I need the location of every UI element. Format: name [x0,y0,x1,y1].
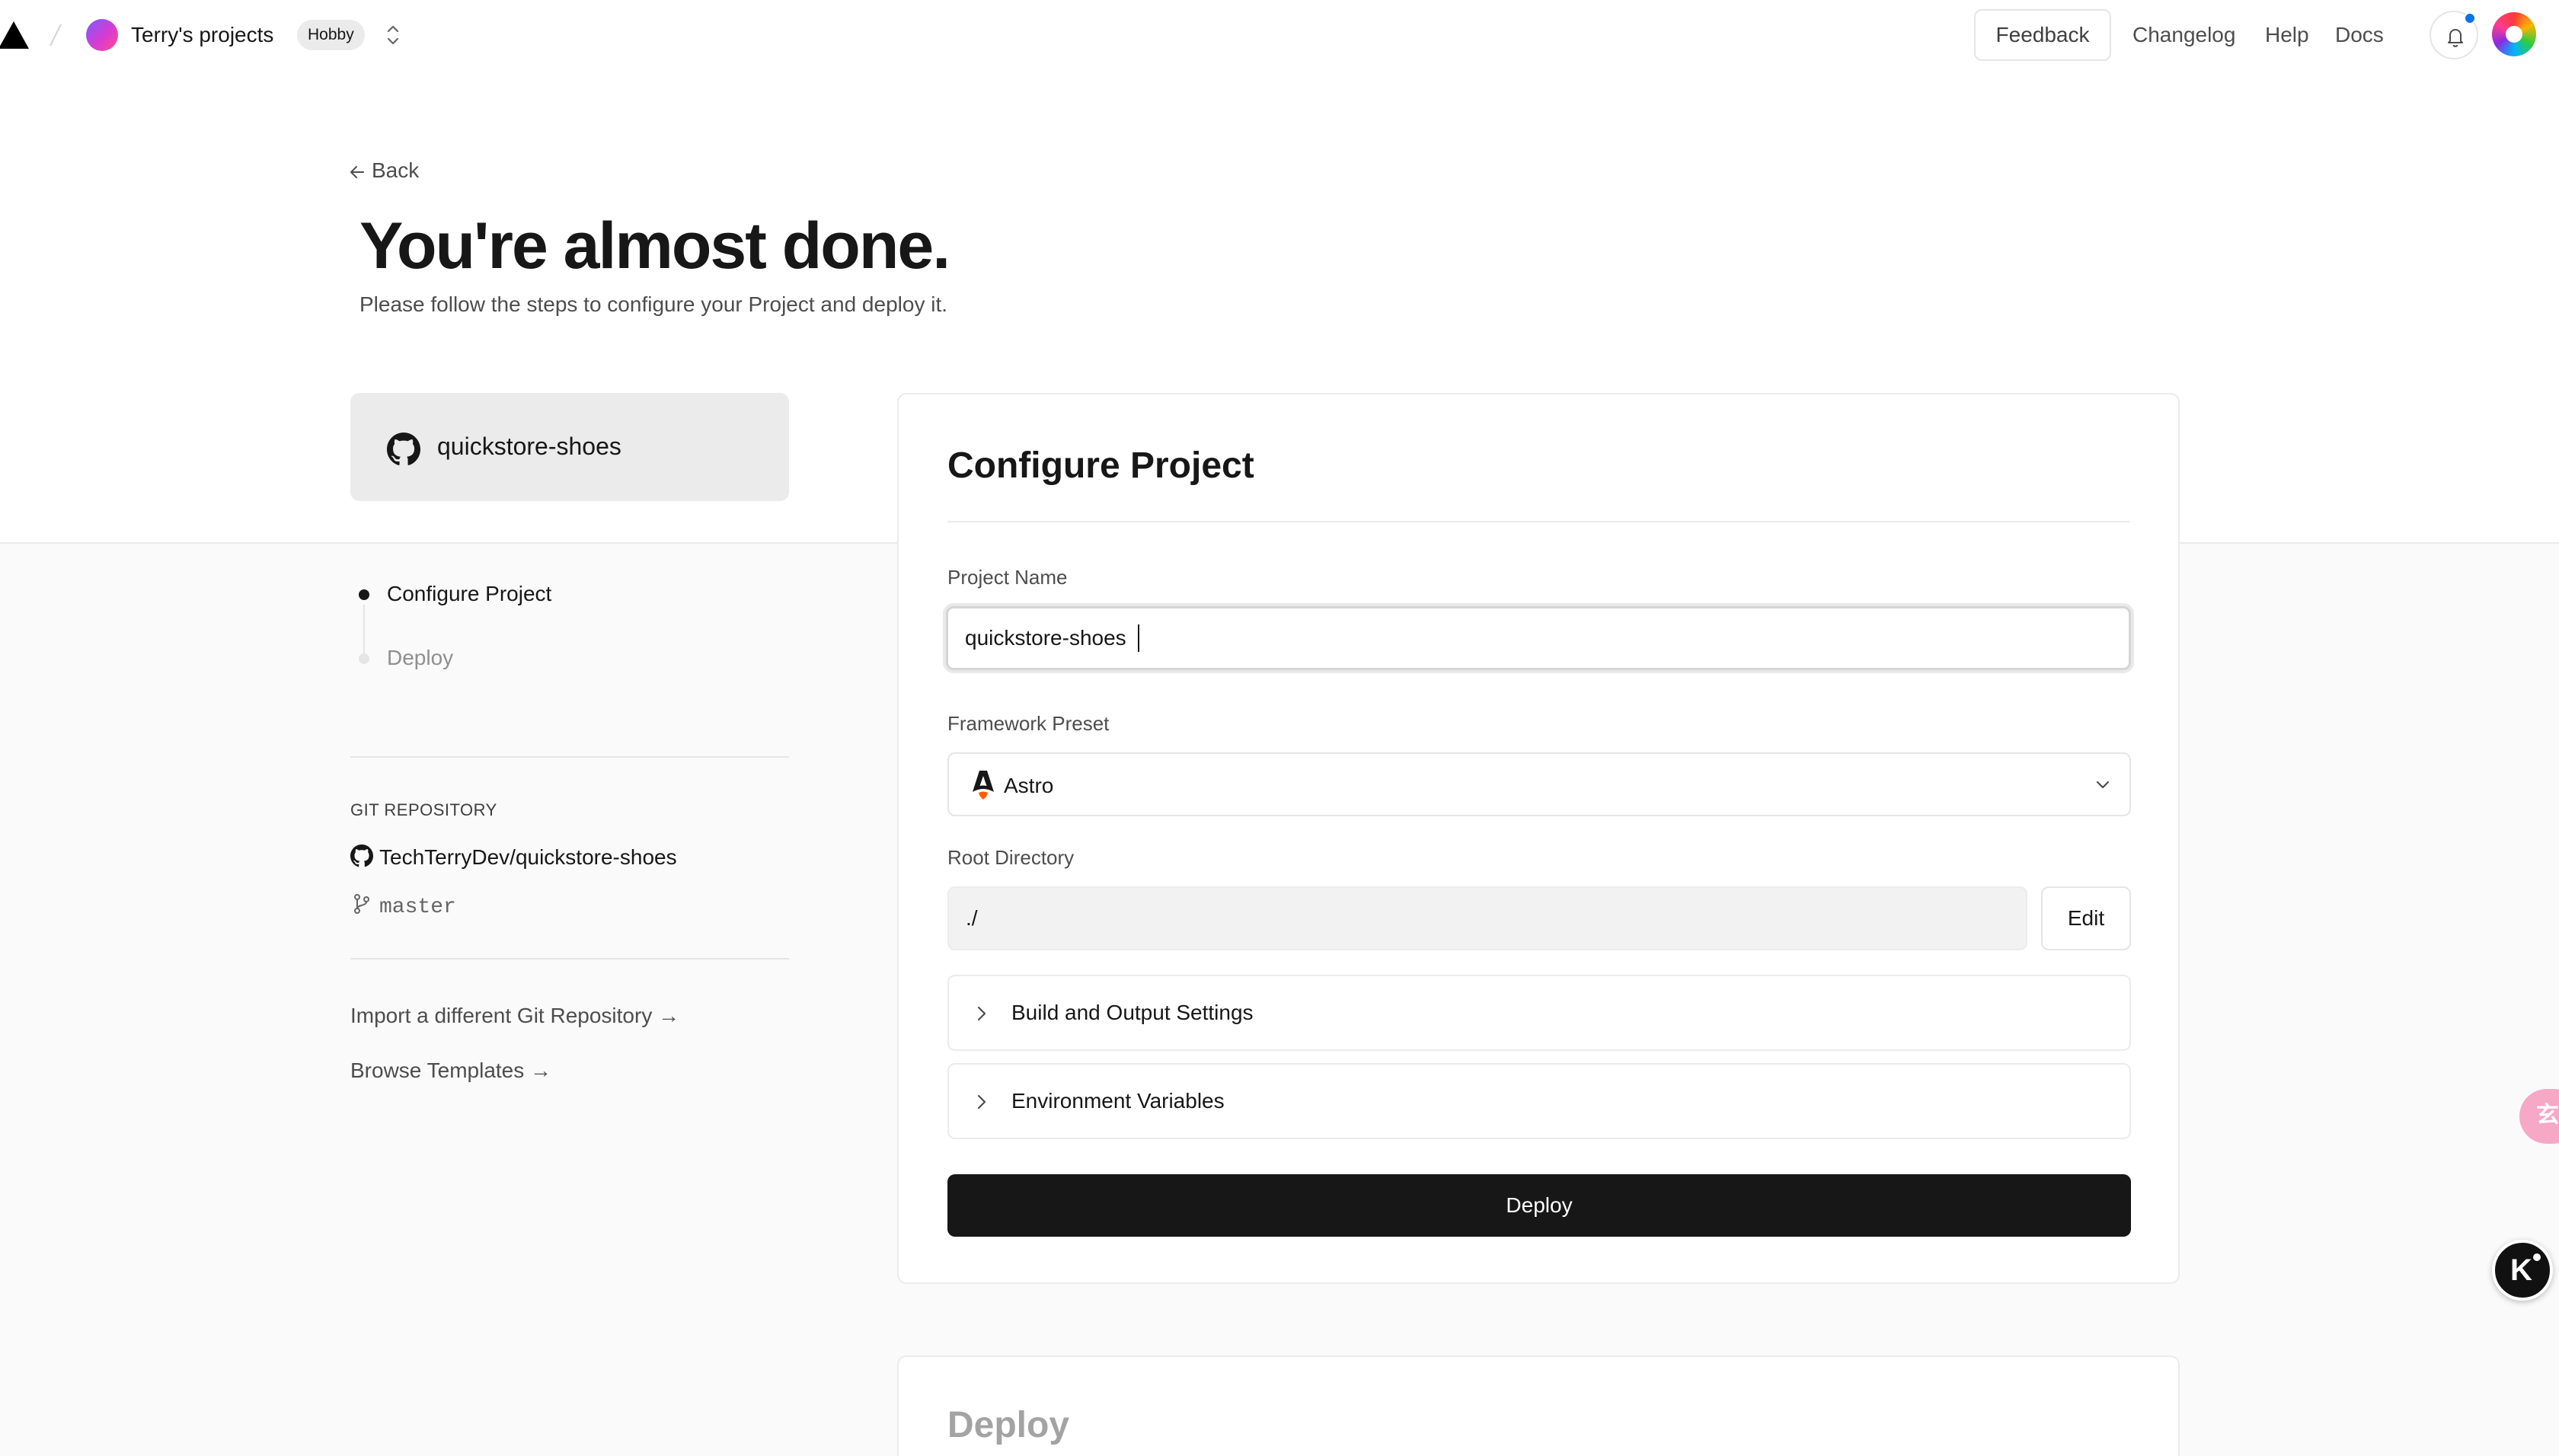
root-directory-label: Root Directory [947,846,1075,869]
k-extension-button[interactable]: K [2492,1240,2553,1301]
environment-variables-accordion[interactable]: Environment Variables [947,1063,2131,1139]
git-repository-heading: GIT REPOSITORY [350,800,497,819]
build-output-settings-label: Build and Output Settings [1011,1001,1254,1024]
team-name[interactable]: Terry's projects [131,21,273,49]
build-output-settings-accordion[interactable]: Build and Output Settings [947,975,2131,1051]
environment-variables-label: Environment Variables [1011,1089,1225,1113]
top-navbar: Terry's projects Hobby Feedback Changelo… [0,0,2559,70]
repo-card: quickstore-shoes [350,393,789,501]
repo-card-name: quickstore-shoes [437,433,621,460]
nav-link-docs[interactable]: Docs [2335,21,2384,49]
framework-preset-label: Framework Preset [947,712,1110,735]
root-directory-input: ./ [947,886,2027,950]
sidebar-divider [350,958,789,959]
chevron-up-down-icon[interactable] [381,20,405,50]
github-icon [387,433,420,465]
chevron-down-icon [2096,781,2110,789]
configure-project-title: Configure Project [947,445,1254,486]
page-title: You're almost done. [359,209,950,283]
nav-link-changelog[interactable]: Changelog [2132,21,2235,49]
vercel-logo-icon[interactable] [0,20,30,50]
deploy-section-title: Deploy [947,1405,1070,1445]
configure-project-card: Configure Project Project Name Framework… [897,393,2180,1284]
git-branch-name: master [379,896,456,919]
back-link[interactable]: Back [349,157,419,184]
github-icon [350,845,373,867]
arrow-left-icon [350,166,364,178]
git-repo-name: TechTerryDev/quickstore-shoes [379,845,677,869]
step-deploy: Deploy [387,646,454,669]
card-divider [947,521,2129,522]
framework-preset-select[interactable]: Astro [947,752,2131,816]
text-caret [1138,624,1139,652]
user-avatar[interactable] [2492,12,2536,56]
step-configure-project: Configure Project [387,582,552,605]
git-branch-icon [354,894,369,914]
deploy-section-card: Deploy [897,1355,2180,1456]
step-dot-inactive [359,653,369,664]
project-name-input[interactable] [946,606,2131,670]
bell-icon [2448,29,2463,47]
breadcrumb-slash-icon [50,24,62,46]
team-avatar[interactable] [86,19,118,51]
chevron-right-icon [977,1006,986,1021]
k-logo-icon: K [2510,1253,2532,1287]
k-badge-dot [2533,1253,2541,1261]
step-dot-active [359,589,369,600]
root-directory-value: ./ [966,906,978,930]
edit-root-directory-button[interactable]: Edit [2041,886,2131,950]
notification-dot [2464,12,2476,24]
page-root: Terry's projects Hobby Feedback Changelo… [0,0,2559,1456]
git-branch: master [350,892,456,921]
plan-badge: Hobby [297,20,365,50]
sidebar-divider [350,756,789,758]
feedback-button[interactable]: Feedback [1974,9,2111,61]
translate-icon: 玄 [2536,1103,2559,1128]
import-different-repo-link[interactable]: Import a different Git Repository → [350,1002,679,1030]
git-repo-link[interactable]: TechTerryDev/quickstore-shoes [350,844,677,871]
browse-templates-link[interactable]: Browse Templates → [350,1057,551,1084]
framework-preset-value: Astro [1004,774,1054,797]
chevron-right-icon [977,1094,986,1110]
nav-link-help[interactable]: Help [2265,21,2309,49]
project-name-label: Project Name [947,566,1068,589]
page-subtitle: Please follow the steps to configure you… [359,292,947,316]
steps-connector [363,605,365,658]
back-label: Back [372,158,420,182]
deploy-button[interactable]: Deploy [947,1174,2131,1237]
astro-logo-icon [973,771,994,800]
